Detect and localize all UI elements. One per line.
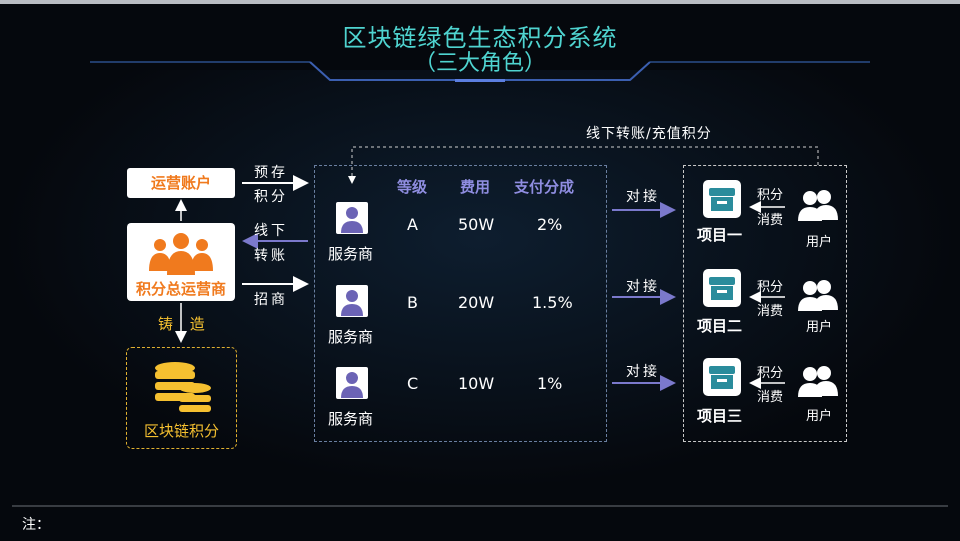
- user-label: 用户: [806, 320, 833, 335]
- title-underline: [90, 61, 870, 82]
- user-label: 用户: [806, 235, 833, 250]
- person-icon: [336, 285, 368, 317]
- share-cell: 2%: [537, 215, 563, 234]
- users-icon: [798, 190, 838, 221]
- group-people-icon: [149, 233, 213, 275]
- header-level: 等级: [397, 178, 428, 196]
- level-cell: A: [407, 215, 418, 234]
- connect-label: 对接: [626, 364, 660, 380]
- users-icon: [798, 366, 838, 397]
- fee-cell: 50W: [458, 215, 495, 234]
- consume-label: 消费: [757, 213, 784, 228]
- shop-icon: [703, 269, 741, 307]
- person-icon: [336, 202, 368, 234]
- provider-label: 服务商: [328, 245, 374, 263]
- shop-icon: [703, 180, 741, 218]
- points-label: 积分: [757, 188, 784, 203]
- consume-label: 消费: [757, 304, 784, 319]
- shop-icon: [703, 358, 741, 396]
- blockchain-points-label: 区块链积分: [143, 422, 219, 440]
- consume-label: 消费: [757, 390, 784, 405]
- users-icon: [798, 280, 838, 311]
- coins-icon: [155, 362, 211, 412]
- connect-label: 对接: [626, 189, 660, 205]
- share-cell: 1%: [537, 374, 563, 393]
- main-operator-label: 积分总运营商: [135, 280, 226, 298]
- blockchain-points-box: 区块链积分: [126, 347, 237, 449]
- offline-label-2: 转账: [254, 248, 288, 264]
- header-fee: 费用: [460, 178, 491, 196]
- prestore-label-2: 积分: [254, 189, 288, 205]
- user-label: 用户: [806, 409, 833, 424]
- level-cell: C: [407, 374, 419, 393]
- footnote: 注：: [22, 517, 50, 533]
- level-cell: B: [407, 293, 418, 312]
- offline-label-1: 线下: [254, 223, 288, 239]
- prestore-label-1: 预存: [254, 165, 288, 181]
- operating-account-box: 运营账户: [127, 168, 235, 198]
- project-name: 项目二: [697, 317, 743, 335]
- fee-cell: 10W: [458, 374, 495, 393]
- provider-label: 服务商: [328, 410, 374, 428]
- mint-label: 铸 造: [158, 315, 211, 333]
- share-cell: 1.5%: [532, 293, 573, 312]
- connect-label: 对接: [626, 279, 660, 295]
- main-operator-box: 积分总运营商: [127, 223, 235, 301]
- project-name: 项目一: [697, 226, 743, 244]
- recruit-label: 招商: [254, 292, 288, 308]
- project-name: 项目三: [697, 407, 743, 425]
- fee-cell: 20W: [458, 293, 495, 312]
- top-loop-label: 线下转账/充值积分: [586, 126, 712, 142]
- points-label: 积分: [757, 366, 784, 381]
- header-share: 支付分成: [514, 178, 575, 196]
- points-label: 积分: [757, 280, 784, 295]
- person-icon: [336, 367, 368, 399]
- provider-label: 服务商: [328, 328, 374, 346]
